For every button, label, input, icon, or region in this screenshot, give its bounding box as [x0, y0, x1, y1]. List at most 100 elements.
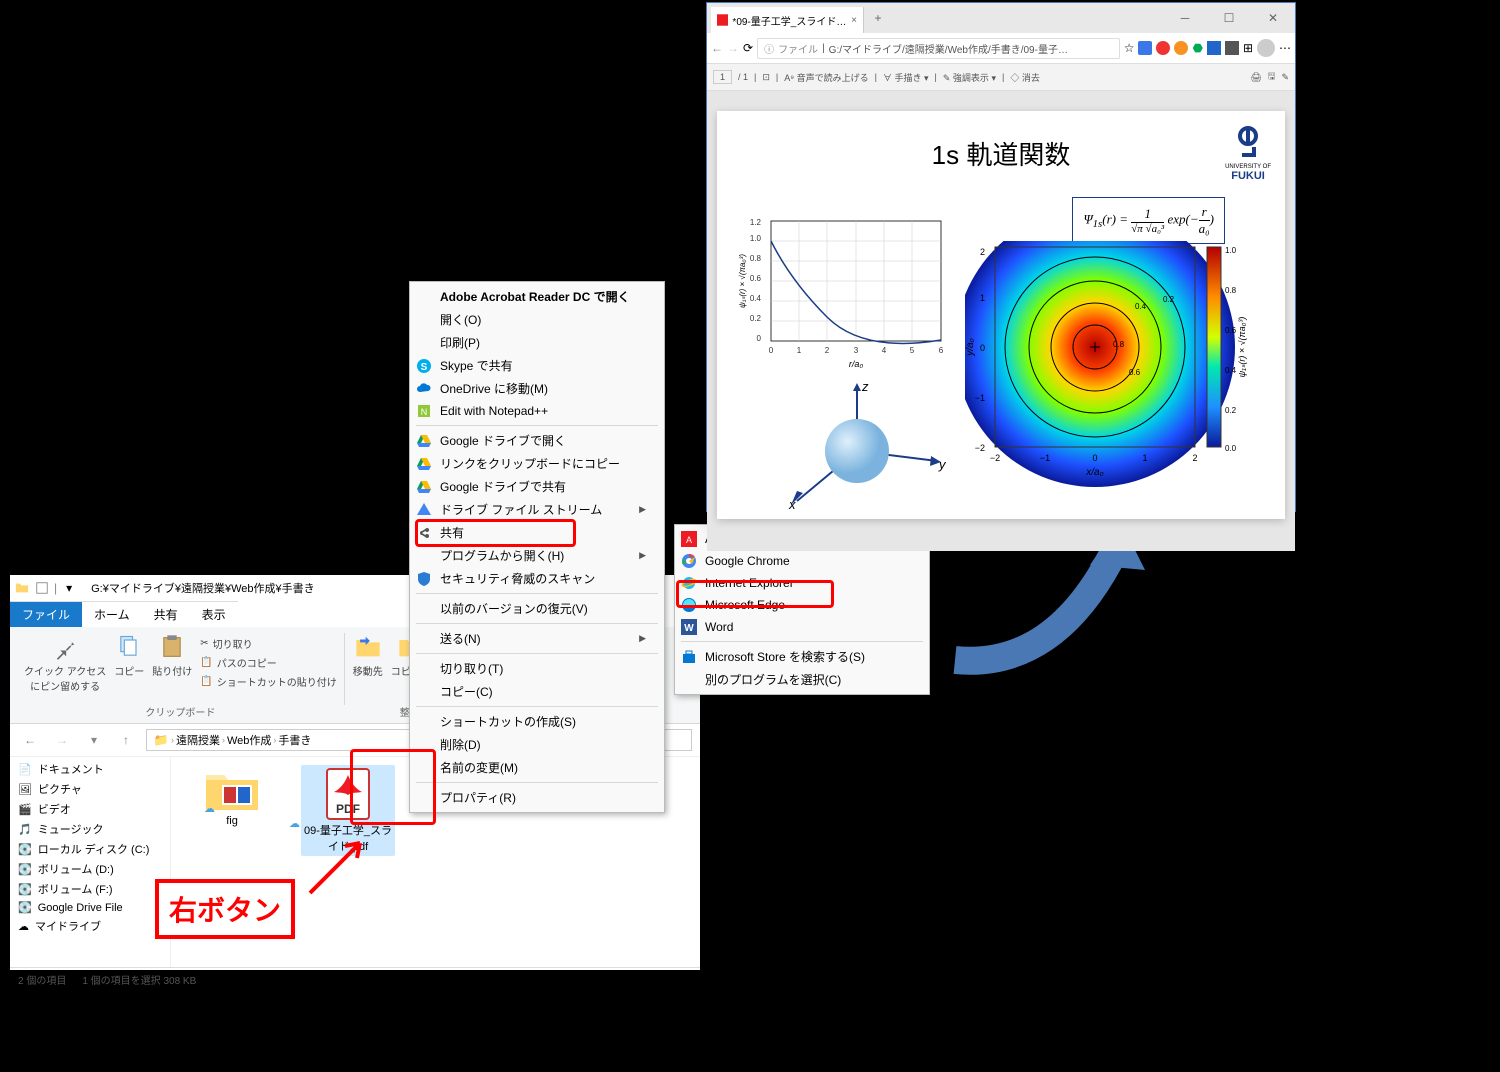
- menuitem--h-[interactable]: プログラムから開く(H)▶: [412, 544, 662, 567]
- svg-text:x/a₀: x/a₀: [1085, 467, 1104, 478]
- moveto-button[interactable]: 移動先: [351, 631, 385, 680]
- menuitem-google-[interactable]: Google ドライブで共有: [412, 475, 662, 498]
- edge-tab[interactable]: *09-量子工学_スライド.pdf ×: [711, 7, 864, 33]
- copypath-button[interactable]: 📋パスのコピー: [198, 654, 338, 671]
- svg-text:0.0: 0.0: [1225, 444, 1237, 453]
- menu-button[interactable]: ⋯: [1279, 41, 1291, 55]
- up-button[interactable]: ↑: [114, 728, 138, 752]
- edge-toolbar: ← → ⟳ ⓘ ファイル | G:/マイドライブ/遠隔授業/Web作成/手書き/…: [707, 33, 1295, 64]
- menuitem-google-[interactable]: Google ドライブで開く: [412, 429, 662, 452]
- folder-fig[interactable]: ☁ fig: [187, 765, 277, 827]
- highlight-button[interactable]: ✎ 強調表示 ▾: [943, 71, 996, 84]
- menuitem-skype-[interactable]: SSkype で共有: [412, 354, 662, 377]
- ext5-icon[interactable]: [1207, 41, 1221, 55]
- ext1-icon[interactable]: [1138, 41, 1152, 55]
- nav-vold[interactable]: 💽ボリューム (D:): [10, 859, 170, 879]
- nav-pictures[interactable]: 🖼ピクチャ: [10, 779, 170, 799]
- svg-text:3: 3: [854, 346, 859, 355]
- pdf-viewport[interactable]: 1s 軌道関数 UNIVERSITY OF FUKUI Ψ1s(r) = 1√π…: [707, 91, 1295, 551]
- cut-button[interactable]: ✂切り取り: [198, 635, 338, 652]
- maximize-button[interactable]: ☐: [1207, 3, 1251, 33]
- read-aloud-button[interactable]: A⁹ 音声で読み上げる: [784, 71, 868, 84]
- svg-text:0.8: 0.8: [750, 254, 762, 263]
- page-title: 1s 軌道関数: [731, 135, 1271, 172]
- checkbox-icon[interactable]: [34, 580, 50, 596]
- close-button[interactable]: ✕: [1251, 3, 1295, 33]
- explorer-title: G:¥マイドライブ¥遠隔授業¥Web作成¥手書き: [91, 580, 315, 596]
- forward-button[interactable]: →: [50, 728, 74, 752]
- profile-button[interactable]: [1257, 39, 1275, 57]
- qat-dropdown-icon[interactable]: ▾: [61, 580, 77, 596]
- draw-button[interactable]: ∀ 手描き ▾: [883, 71, 929, 84]
- svg-text:x: x: [788, 497, 796, 511]
- nav-documents[interactable]: 📄ドキュメント: [10, 759, 170, 779]
- heatmap-chart: 0.8 0.6 0.4 0.2 −2−1012 −2−1012 x/a₀ y/a…: [965, 241, 1255, 501]
- svg-text:2: 2: [980, 247, 985, 257]
- erase-button[interactable]: ◇ 消去: [1010, 71, 1040, 84]
- print-button[interactable]: 🖨: [1250, 72, 1261, 83]
- menuitem--r-[interactable]: プロパティ(R): [412, 786, 662, 809]
- ext6-icon[interactable]: [1225, 41, 1239, 55]
- menuitem--o-[interactable]: 開く(O): [412, 308, 662, 331]
- menuitem-adobe-acrobat-reader-dc-[interactable]: Adobe Acrobat Reader DC で開く: [412, 285, 662, 308]
- menuitem-microsoft-store-s-[interactable]: Microsoft Store を検索する(S): [677, 645, 927, 668]
- more-button[interactable]: ✎: [1281, 72, 1289, 83]
- navigation-pane[interactable]: 📄ドキュメント 🖼ピクチャ 🎬ビデオ 🎵ミュージック 💽ローカル ディスク (C…: [10, 757, 171, 967]
- svg-text:1.0: 1.0: [1225, 246, 1237, 255]
- collect-button[interactable]: ⊞: [1243, 41, 1253, 55]
- ext3-icon[interactable]: [1174, 41, 1188, 55]
- save-button[interactable]: 🖫: [1268, 69, 1276, 85]
- page-input[interactable]: 1: [713, 70, 732, 84]
- svg-text:0.6: 0.6: [1129, 368, 1141, 377]
- menuitem--[interactable]: セキュリティ脅威のスキャン: [412, 567, 662, 590]
- menuitem--t-[interactable]: 切り取り(T): [412, 657, 662, 680]
- address-field[interactable]: ⓘ ファイル | G:/マイドライブ/遠隔授業/Web作成/手書き/09-量子…: [757, 38, 1120, 59]
- refresh-button[interactable]: ⟳: [743, 41, 753, 55]
- close-tab-icon[interactable]: ×: [851, 15, 857, 26]
- tab-view[interactable]: 表示: [190, 601, 238, 627]
- menuitem--p-[interactable]: 印刷(P): [412, 331, 662, 354]
- folder-icon: 📁: [153, 732, 169, 748]
- copy-button[interactable]: コピー: [112, 631, 146, 695]
- menuitem-onedrive-m-[interactable]: OneDrive に移動(M): [412, 377, 662, 400]
- favorite-button[interactable]: ☆: [1124, 41, 1135, 55]
- new-tab-button[interactable]: +: [864, 11, 892, 25]
- pasteshortcut-button[interactable]: 📋ショートカットの貼り付け: [198, 673, 338, 690]
- svg-text:0.8: 0.8: [1225, 286, 1237, 295]
- paste-button[interactable]: 貼り付け: [150, 631, 194, 695]
- minimize-button[interactable]: ─: [1163, 3, 1207, 33]
- menuitem-word[interactable]: WWord: [677, 616, 927, 638]
- menuitem--[interactable]: リンクをクリップボードにコピー: [412, 452, 662, 475]
- pin-quickaccess-button[interactable]: クイック アクセス にピン留めする: [22, 631, 108, 695]
- status-selected: 1 個の項目を選択 308 KB: [82, 972, 196, 987]
- nav-mydrive[interactable]: ☁マイドライブ: [10, 916, 170, 936]
- nav-volf[interactable]: 💽ボリューム (F:): [10, 879, 170, 899]
- tab-share[interactable]: 共有: [142, 601, 190, 627]
- nav-gdrive[interactable]: 💽Google Drive File: [10, 899, 170, 916]
- svg-text:ψ₁ₛ(r) × √(πa₀³): ψ₁ₛ(r) × √(πa₀³): [1237, 317, 1247, 378]
- menuitem--m-[interactable]: 名前の変更(M): [412, 756, 662, 779]
- tab-home[interactable]: ホーム: [82, 601, 142, 627]
- tab-file[interactable]: ファイル: [10, 601, 82, 627]
- forward-button[interactable]: →: [727, 41, 739, 55]
- menuitem--v-[interactable]: 以前のバージョンの復元(V): [412, 597, 662, 620]
- nav-music[interactable]: 🎵ミュージック: [10, 819, 170, 839]
- nav-videos[interactable]: 🎬ビデオ: [10, 799, 170, 819]
- back-button[interactable]: ←: [18, 728, 42, 752]
- recent-dropdown[interactable]: ▾: [82, 728, 106, 752]
- menuitem--s-[interactable]: ショートカットの作成(S): [412, 710, 662, 733]
- back-button[interactable]: ←: [711, 41, 723, 55]
- menuitem--c-[interactable]: コピー(C): [412, 680, 662, 703]
- fit-button[interactable]: ⊡: [762, 72, 770, 83]
- svg-text:−2: −2: [975, 443, 985, 453]
- ext4-icon[interactable]: ⬣: [1192, 41, 1202, 55]
- menuitem--d-[interactable]: 削除(D): [412, 733, 662, 756]
- menuitem-google-chrome[interactable]: Google Chrome: [677, 550, 927, 572]
- menuitem--c-[interactable]: 別のプログラムを選択(C): [677, 668, 927, 691]
- menuitem--[interactable]: ドライブ ファイル ストリーム▶: [412, 498, 662, 521]
- menuitem--n-[interactable]: 送る(N)▶: [412, 627, 662, 650]
- edge-titlebar[interactable]: *09-量子工学_スライド.pdf × + ─ ☐ ✕: [707, 3, 1295, 33]
- menuitem-edit-with-notepad-[interactable]: NEdit with Notepad++: [412, 400, 662, 422]
- ext2-icon[interactable]: [1156, 41, 1170, 55]
- nav-localc[interactable]: 💽ローカル ディスク (C:): [10, 839, 170, 859]
